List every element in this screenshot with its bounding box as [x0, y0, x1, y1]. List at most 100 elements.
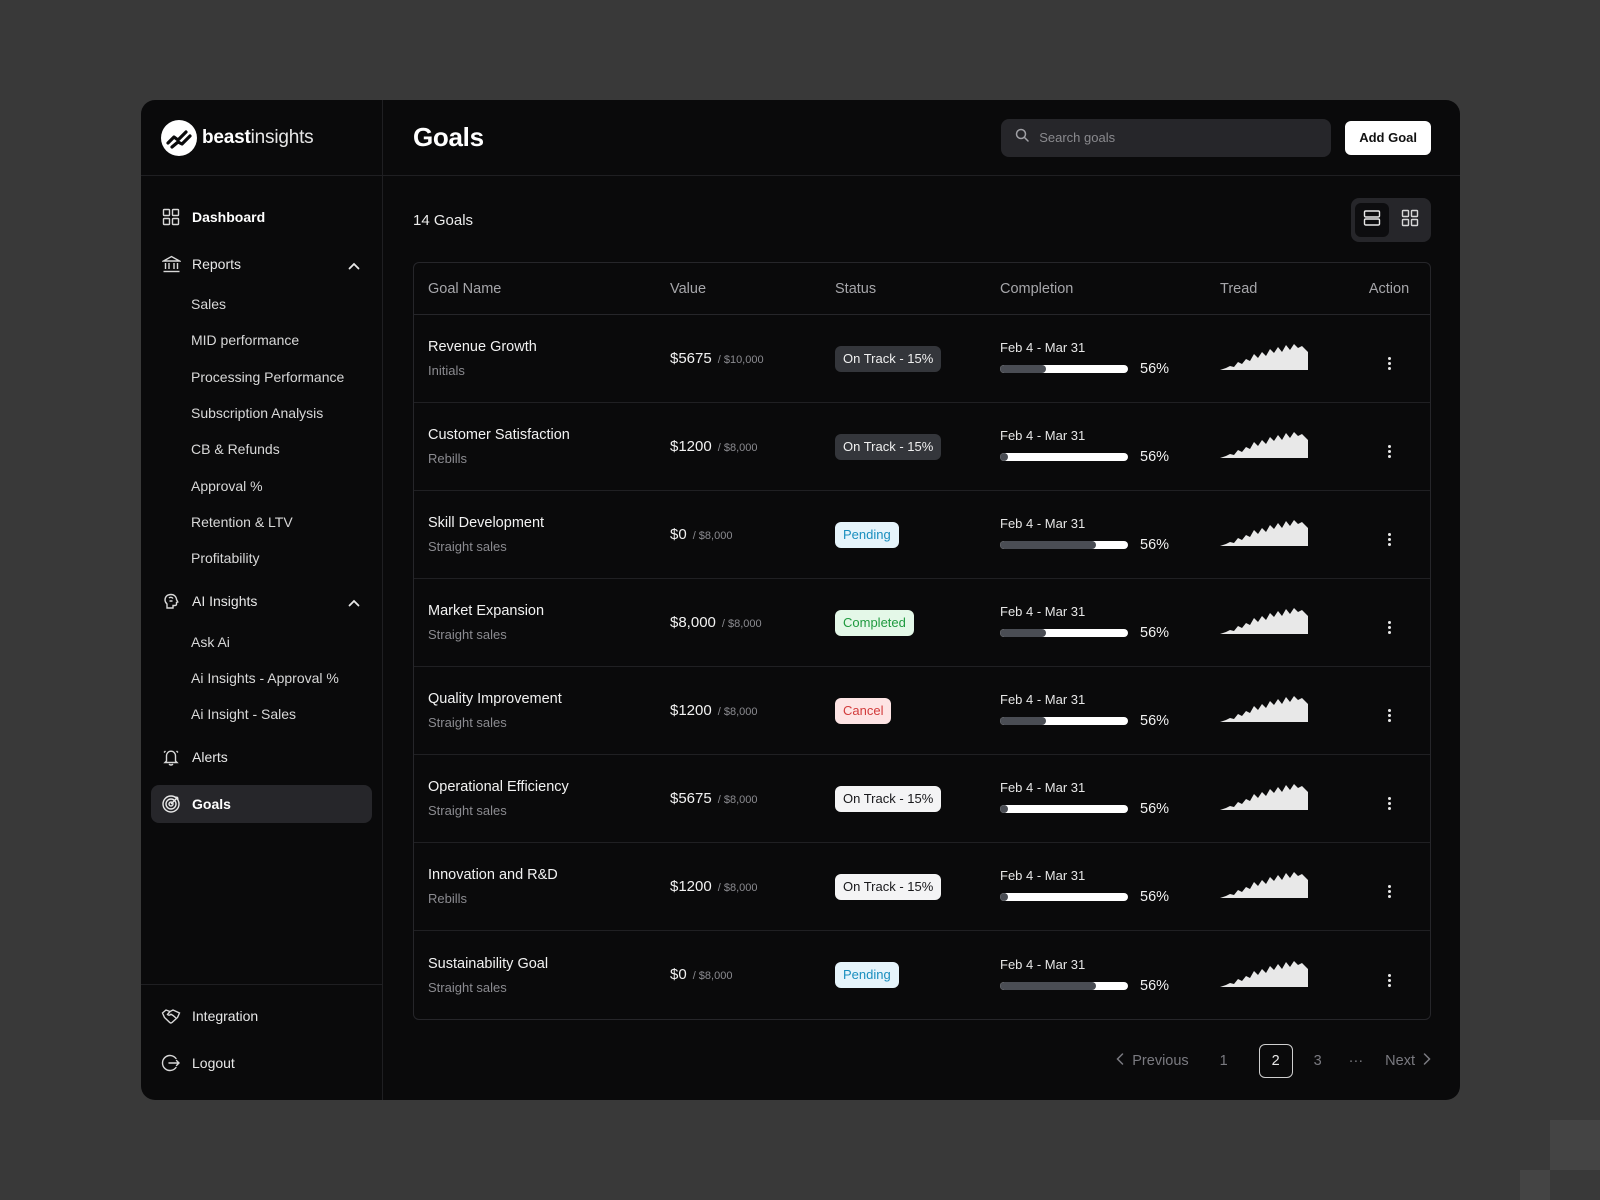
- goal-subtitle: Initials: [428, 363, 465, 378]
- goal-title[interactable]: Market Expansion: [428, 603, 670, 619]
- brand-logo[interactable]: beastinsights: [141, 100, 382, 176]
- sidebar-item-dashboard[interactable]: Dashboard: [151, 198, 372, 236]
- more-options-icon[interactable]: [1387, 709, 1391, 722]
- submenu-item-retention-ltv[interactable]: Retention & LTV: [191, 504, 372, 540]
- previous-page-button[interactable]: Previous: [1116, 1053, 1189, 1069]
- page-button-2[interactable]: 2: [1258, 1044, 1293, 1078]
- search-box[interactable]: [1001, 118, 1332, 157]
- column-header-trend[interactable]: Tread: [1220, 281, 1348, 297]
- submenu-item-ai-insights-approval[interactable]: Ai Insights - Approval %: [191, 660, 372, 696]
- page-button-3[interactable]: 3: [1301, 1044, 1335, 1078]
- completion-date-range: Feb 4 - Mar 31: [1000, 604, 1086, 619]
- goal-status-cell: On Track - 15%: [835, 785, 1000, 812]
- list-view-button[interactable]: [1355, 203, 1389, 237]
- submenu-item-subscription-analysis[interactable]: Subscription Analysis: [191, 395, 372, 431]
- sidebar-item-label: Goals: [192, 796, 231, 813]
- submenu-item-processing-performance[interactable]: Processing Performance: [191, 359, 372, 395]
- logout-icon: [161, 1053, 181, 1073]
- goal-status-cell: Cancel: [835, 697, 1000, 724]
- table-row[interactable]: Operational Efficiency Straight sales $567…: [414, 755, 1430, 843]
- goal-completion-cell: Feb 4 - Mar 31 56%: [1000, 692, 1220, 729]
- goal-value: $8,000: [670, 613, 716, 631]
- column-header-goal-name[interactable]: Goal Name: [414, 281, 670, 297]
- goal-value: $0: [670, 525, 687, 543]
- completion-percent: 56%: [1140, 537, 1170, 553]
- add-goal-button[interactable]: Add Goal: [1345, 120, 1431, 155]
- sidebar-item-label: Logout: [192, 1055, 235, 1071]
- page-button-1[interactable]: 1: [1207, 1044, 1241, 1078]
- goal-name-cell: Skill Development Straight sales: [414, 515, 670, 554]
- completion-percent: 56%: [1140, 713, 1170, 729]
- table-row[interactable]: Skill Development Straight sales $0 / $8,00…: [414, 491, 1430, 579]
- submenu-item-profitability[interactable]: Profitability: [191, 540, 372, 576]
- sidebar: beastinsights Dashboard Reports Sales MI…: [141, 100, 383, 1100]
- goal-trend-cell: [1220, 516, 1348, 553]
- goal-title[interactable]: Revenue Growth: [428, 339, 670, 355]
- completion-progress-bar: [1000, 365, 1128, 373]
- sidebar-item-alerts[interactable]: Alerts: [151, 738, 372, 776]
- more-options-icon[interactable]: [1387, 533, 1391, 546]
- status-badge: Cancel: [835, 697, 892, 724]
- submenu-item-ask-ai[interactable]: Ask Ai: [191, 623, 372, 659]
- sidebar-item-ai-insights[interactable]: AI Insights: [151, 582, 372, 620]
- completion-progress-bar: [1000, 893, 1128, 901]
- more-options-icon[interactable]: [1387, 621, 1391, 634]
- table-row[interactable]: Revenue Growth Initials $5675 / $10,000 On T…: [414, 315, 1430, 403]
- goal-action-cell: [1348, 611, 1430, 634]
- submenu-item-approval[interactable]: Approval %: [191, 467, 372, 503]
- goal-title[interactable]: Operational Efficiency: [428, 779, 670, 795]
- goal-count: 14 Goals: [413, 211, 474, 229]
- sidebar-item-reports[interactable]: Reports: [151, 245, 372, 283]
- goal-completion-cell: Feb 4 - Mar 31 56%: [1000, 428, 1220, 465]
- table-row[interactable]: Customer Satisfaction Rebills $1200 / $8,00…: [414, 403, 1430, 491]
- submenu-item-ai-insight-sales[interactable]: Ai Insight - Sales: [191, 696, 372, 732]
- more-options-icon[interactable]: [1387, 973, 1391, 987]
- goal-title[interactable]: Quality Improvement: [428, 691, 670, 707]
- search-input[interactable]: [1039, 130, 1300, 145]
- completion-percent: 56%: [1140, 449, 1170, 465]
- grid-view-button[interactable]: [1393, 203, 1427, 237]
- chevron-up-icon[interactable]: [348, 594, 360, 610]
- more-options-icon[interactable]: [1387, 797, 1391, 810]
- goal-value: $5675: [670, 349, 712, 367]
- pagination-ellipsis: ···: [1348, 1053, 1364, 1069]
- more-options-icon[interactable]: [1387, 885, 1391, 898]
- completion-date-range: Feb 4 - Mar 31: [1000, 692, 1086, 707]
- sidebar-item-integration[interactable]: Integration: [151, 997, 372, 1035]
- completion-progress-bar: [1000, 805, 1128, 813]
- goal-action-cell: [1348, 347, 1430, 370]
- goal-completion-cell: Feb 4 - Mar 31 56%: [1000, 957, 1220, 994]
- goal-title[interactable]: Skill Development: [428, 515, 670, 531]
- chevron-left-icon: [1116, 1053, 1124, 1069]
- sidebar-item-goals[interactable]: Goals: [151, 785, 372, 824]
- trend-sparkline-icon: [1220, 520, 1308, 546]
- submenu-item-mid-performance[interactable]: MID performance: [191, 322, 372, 358]
- goal-status-cell: On Track - 15%: [835, 873, 1000, 900]
- column-header-completion[interactable]: Completion: [1000, 281, 1220, 297]
- table-row[interactable]: Sustainability Goal Straight sales $0 / $8,…: [414, 931, 1430, 1019]
- goal-title[interactable]: Sustainability Goal: [428, 956, 670, 972]
- table-row[interactable]: Quality Improvement Straight sales $1200 / …: [414, 667, 1430, 755]
- goal-value: $1200: [670, 701, 712, 719]
- goal-trend-cell: [1220, 604, 1348, 641]
- more-options-icon[interactable]: [1387, 445, 1391, 458]
- table-row[interactable]: Market Expansion Straight sales $8,000 / $8…: [414, 579, 1430, 667]
- next-page-button[interactable]: Next: [1385, 1053, 1431, 1069]
- table-row[interactable]: Innovation and R&D Rebills $1200 / $8,000 On…: [414, 843, 1430, 931]
- goal-title[interactable]: Innovation and R&D: [428, 867, 670, 883]
- more-options-icon[interactable]: [1387, 357, 1391, 370]
- handshake-icon: [161, 1006, 181, 1026]
- goal-name-cell: Innovation and R&D Rebills: [414, 867, 670, 906]
- submenu-item-cb-refunds[interactable]: CB & Refunds: [191, 431, 372, 467]
- goal-value-cell: $8,000 / $8,000: [670, 614, 835, 632]
- column-header-status[interactable]: Status: [835, 281, 1000, 297]
- page-title: Goals: [413, 122, 484, 152]
- completion-date-range: Feb 4 - Mar 31: [1000, 428, 1086, 443]
- chevron-up-icon[interactable]: [348, 257, 360, 273]
- goal-title[interactable]: Customer Satisfaction: [428, 427, 670, 443]
- sidebar-item-logout[interactable]: Logout: [151, 1044, 372, 1082]
- submenu-item-sales[interactable]: Sales: [191, 286, 372, 322]
- goal-action-cell: [1348, 787, 1430, 810]
- column-header-value[interactable]: Value: [670, 281, 835, 297]
- grid-icon: [161, 207, 181, 227]
